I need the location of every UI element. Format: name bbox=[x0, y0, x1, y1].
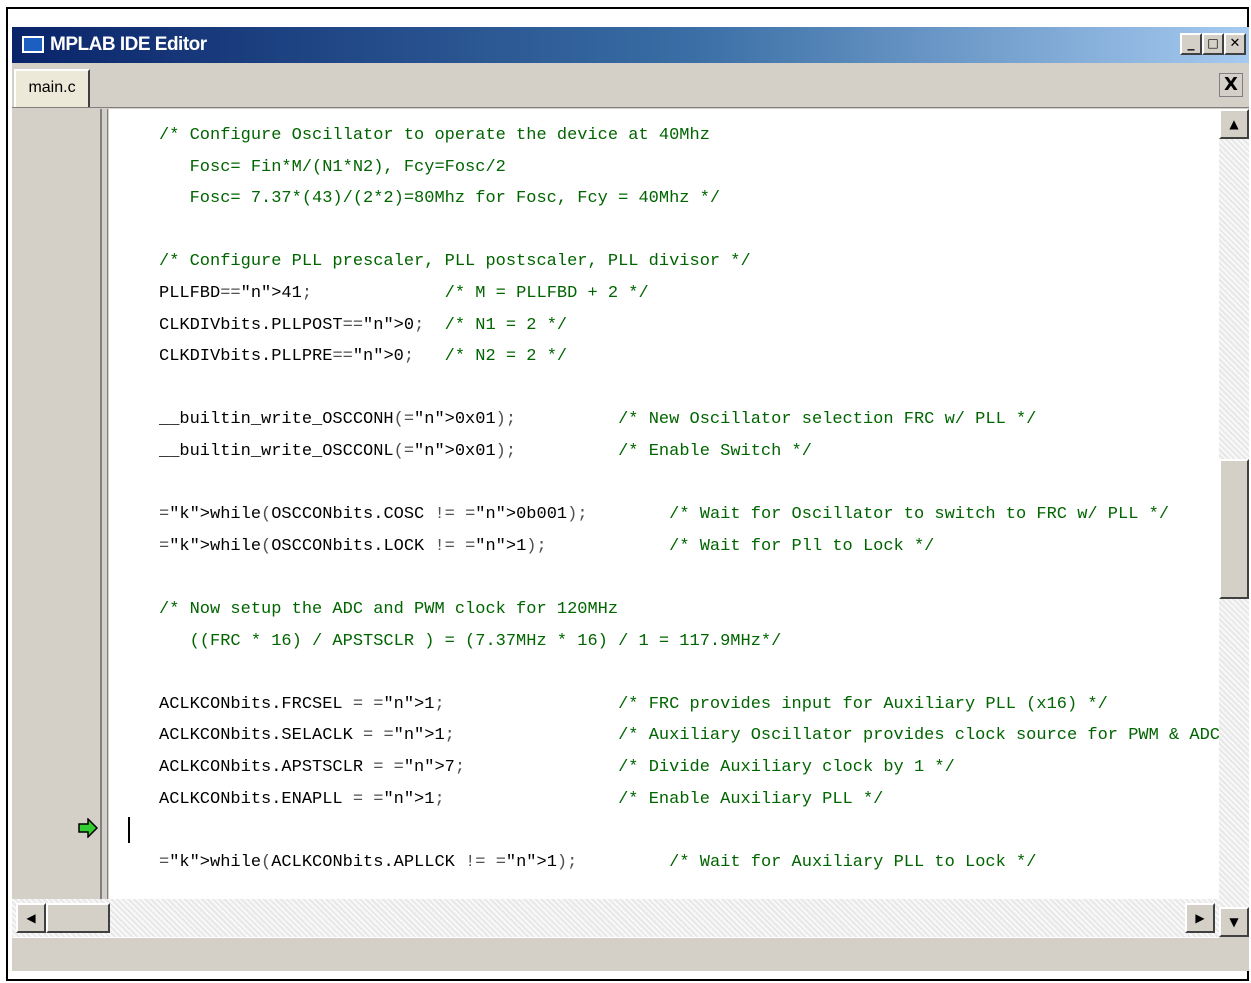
code-line[interactable] bbox=[159, 816, 169, 846]
code-line[interactable]: Fosc= Fin*M/(N1*N2), Fcy=Fosc/2 bbox=[159, 153, 506, 183]
code-editor[interactable]: /* Configure Oscillator to operate the d… bbox=[109, 109, 1219, 899]
scroll-left-button[interactable]: ◀ bbox=[16, 903, 46, 933]
execution-pointer-icon bbox=[78, 818, 99, 838]
code-line[interactable] bbox=[159, 216, 169, 246]
code-line[interactable]: ="k">while(OSCCONbits.LOCK != ="n">1); /… bbox=[159, 532, 934, 562]
window-title: MPLAB IDE Editor bbox=[50, 34, 207, 55]
code-line[interactable]: /* Now setup the ADC and PWM clock for 1… bbox=[159, 595, 618, 625]
scroll-down-button[interactable]: ▼ bbox=[1219, 907, 1249, 937]
vertical-scrollbar[interactable]: ▲ ▼ bbox=[1219, 109, 1249, 937]
minimize-button[interactable]: _ bbox=[1180, 33, 1202, 55]
code-line[interactable] bbox=[159, 563, 169, 593]
code-line[interactable]: CLKDIVbits.PLLPRE=="n">0; /* N2 = 2 */ bbox=[159, 342, 567, 372]
tab-bar: main.c X bbox=[12, 63, 1249, 108]
tab-main-c[interactable]: main.c bbox=[14, 69, 90, 107]
gutter-divider bbox=[107, 109, 108, 899]
code-line[interactable]: /* Configure Oscillator to operate the d… bbox=[159, 121, 710, 151]
editor-gutter[interactable] bbox=[12, 109, 96, 899]
app-icon bbox=[22, 36, 44, 53]
title-bar[interactable]: MPLAB IDE Editor _ □ ✕ bbox=[12, 27, 1249, 63]
code-line[interactable]: /* Configure PLL prescaler, PLL postscal… bbox=[159, 247, 751, 277]
code-line[interactable]: ((FRC * 16) / APSTSCLR ) = (7.37MHz * 16… bbox=[159, 627, 782, 657]
code-line[interactable]: ACLKCONbits.APSTSCLR = ="n">7; /* Divide… bbox=[159, 753, 955, 783]
code-line[interactable]: ="k">while(ACLKCONbits.APLLCK != ="n">1)… bbox=[159, 848, 1036, 878]
code-line[interactable]: ="k">while(OSCCONbits.COSC != ="n">0b001… bbox=[159, 500, 1169, 530]
vertical-scroll-thumb[interactable] bbox=[1219, 459, 1249, 599]
code-line[interactable]: ACLKCONbits.ENAPLL = ="n">1; /* Enable A… bbox=[159, 785, 883, 815]
gutter-divider bbox=[100, 109, 102, 899]
editor-window: MPLAB IDE Editor _ □ ✕ main.c X /* Confi… bbox=[12, 27, 1249, 971]
close-button[interactable]: ✕ bbox=[1224, 33, 1246, 55]
editor-footer bbox=[12, 937, 1219, 971]
code-line[interactable]: __builtin_write_OSCCONL(="n">0x01); /* E… bbox=[159, 437, 812, 467]
code-line[interactable] bbox=[159, 374, 169, 404]
horizontal-scroll-thumb[interactable] bbox=[46, 903, 110, 933]
horizontal-scrollbar[interactable]: ◀ ▶ bbox=[12, 899, 1219, 937]
code-line[interactable] bbox=[159, 469, 169, 499]
text-caret bbox=[128, 817, 130, 843]
code-line[interactable]: Fosc= 7.37*(43)/(2*2)=80Mhz for Fosc, Fc… bbox=[159, 184, 721, 214]
code-line[interactable]: ACLKCONbits.SELACLK = ="n">1; /* Auxilia… bbox=[159, 721, 1219, 751]
resize-grip[interactable] bbox=[1219, 937, 1249, 971]
code-line[interactable]: __builtin_write_OSCCONH(="n">0x01); /* N… bbox=[159, 405, 1036, 435]
code-line[interactable]: ACLKCONbits.FRCSEL = ="n">1; /* FRC prov… bbox=[159, 690, 1108, 720]
close-document-button[interactable]: X bbox=[1219, 73, 1243, 97]
maximize-button[interactable]: □ bbox=[1202, 33, 1224, 55]
code-line[interactable] bbox=[159, 658, 169, 688]
code-line[interactable]: CLKDIVbits.PLLPOST=="n">0; /* N1 = 2 */ bbox=[159, 311, 567, 341]
scroll-right-button[interactable]: ▶ bbox=[1185, 903, 1215, 933]
scroll-up-button[interactable]: ▲ bbox=[1219, 109, 1249, 139]
code-line[interactable]: PLLFBD=="n">41; /* M = PLLFBD + 2 */ bbox=[159, 279, 649, 309]
